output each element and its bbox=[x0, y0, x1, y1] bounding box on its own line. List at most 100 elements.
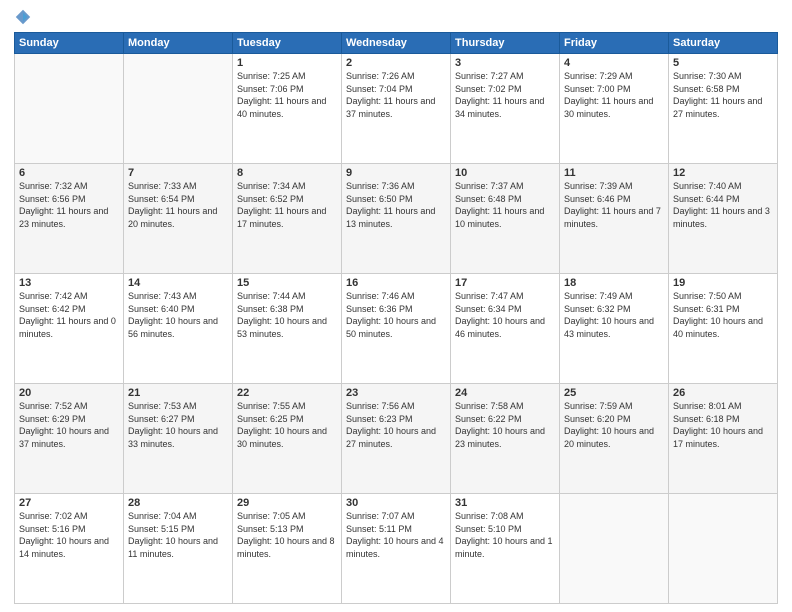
calendar-cell: 30Sunrise: 7:07 AM Sunset: 5:11 PM Dayli… bbox=[342, 494, 451, 604]
calendar-week-row: 27Sunrise: 7:02 AM Sunset: 5:16 PM Dayli… bbox=[15, 494, 778, 604]
day-number: 14 bbox=[128, 277, 228, 289]
calendar-week-row: 6Sunrise: 7:32 AM Sunset: 6:56 PM Daylig… bbox=[15, 164, 778, 274]
day-number: 23 bbox=[346, 387, 446, 399]
calendar-cell bbox=[669, 494, 778, 604]
calendar-cell: 12Sunrise: 7:40 AM Sunset: 6:44 PM Dayli… bbox=[669, 164, 778, 274]
day-number: 9 bbox=[346, 167, 446, 179]
logo bbox=[14, 10, 35, 26]
calendar-cell: 24Sunrise: 7:58 AM Sunset: 6:22 PM Dayli… bbox=[451, 384, 560, 494]
day-info: Sunrise: 7:34 AM Sunset: 6:52 PM Dayligh… bbox=[237, 180, 337, 230]
calendar-cell: 23Sunrise: 7:56 AM Sunset: 6:23 PM Dayli… bbox=[342, 384, 451, 494]
day-number: 6 bbox=[19, 167, 119, 179]
day-number: 4 bbox=[564, 57, 664, 69]
day-number: 13 bbox=[19, 277, 119, 289]
day-number: 26 bbox=[673, 387, 773, 399]
day-info: Sunrise: 7:53 AM Sunset: 6:27 PM Dayligh… bbox=[128, 400, 228, 450]
day-info: Sunrise: 7:39 AM Sunset: 6:46 PM Dayligh… bbox=[564, 180, 664, 230]
day-info: Sunrise: 7:52 AM Sunset: 6:29 PM Dayligh… bbox=[19, 400, 119, 450]
header bbox=[14, 10, 778, 26]
day-info: Sunrise: 7:33 AM Sunset: 6:54 PM Dayligh… bbox=[128, 180, 228, 230]
page: SundayMondayTuesdayWednesdayThursdayFrid… bbox=[0, 0, 792, 612]
weekday-header: Monday bbox=[124, 33, 233, 54]
calendar-week-row: 1Sunrise: 7:25 AM Sunset: 7:06 PM Daylig… bbox=[15, 54, 778, 164]
day-info: Sunrise: 7:58 AM Sunset: 6:22 PM Dayligh… bbox=[455, 400, 555, 450]
day-number: 19 bbox=[673, 277, 773, 289]
day-info: Sunrise: 7:04 AM Sunset: 5:15 PM Dayligh… bbox=[128, 510, 228, 560]
weekday-header: Tuesday bbox=[233, 33, 342, 54]
day-number: 15 bbox=[237, 277, 337, 289]
calendar-cell: 9Sunrise: 7:36 AM Sunset: 6:50 PM Daylig… bbox=[342, 164, 451, 274]
day-info: Sunrise: 7:05 AM Sunset: 5:13 PM Dayligh… bbox=[237, 510, 337, 560]
weekday-row: SundayMondayTuesdayWednesdayThursdayFrid… bbox=[15, 33, 778, 54]
day-info: Sunrise: 7:08 AM Sunset: 5:10 PM Dayligh… bbox=[455, 510, 555, 560]
day-info: Sunrise: 7:55 AM Sunset: 6:25 PM Dayligh… bbox=[237, 400, 337, 450]
calendar-cell: 19Sunrise: 7:50 AM Sunset: 6:31 PM Dayli… bbox=[669, 274, 778, 384]
calendar-cell: 13Sunrise: 7:42 AM Sunset: 6:42 PM Dayli… bbox=[15, 274, 124, 384]
calendar-cell: 14Sunrise: 7:43 AM Sunset: 6:40 PM Dayli… bbox=[124, 274, 233, 384]
calendar: SundayMondayTuesdayWednesdayThursdayFrid… bbox=[14, 32, 778, 604]
calendar-cell bbox=[124, 54, 233, 164]
day-number: 3 bbox=[455, 57, 555, 69]
day-info: Sunrise: 7:56 AM Sunset: 6:23 PM Dayligh… bbox=[346, 400, 446, 450]
weekday-header: Sunday bbox=[15, 33, 124, 54]
calendar-cell: 8Sunrise: 7:34 AM Sunset: 6:52 PM Daylig… bbox=[233, 164, 342, 274]
weekday-header: Saturday bbox=[669, 33, 778, 54]
calendar-cell bbox=[560, 494, 669, 604]
calendar-cell: 1Sunrise: 7:25 AM Sunset: 7:06 PM Daylig… bbox=[233, 54, 342, 164]
calendar-cell: 25Sunrise: 7:59 AM Sunset: 6:20 PM Dayli… bbox=[560, 384, 669, 494]
day-info: Sunrise: 8:01 AM Sunset: 6:18 PM Dayligh… bbox=[673, 400, 773, 450]
day-info: Sunrise: 7:30 AM Sunset: 6:58 PM Dayligh… bbox=[673, 70, 773, 120]
calendar-cell: 3Sunrise: 7:27 AM Sunset: 7:02 PM Daylig… bbox=[451, 54, 560, 164]
calendar-cell: 28Sunrise: 7:04 AM Sunset: 5:15 PM Dayli… bbox=[124, 494, 233, 604]
day-number: 29 bbox=[237, 497, 337, 509]
calendar-cell: 18Sunrise: 7:49 AM Sunset: 6:32 PM Dayli… bbox=[560, 274, 669, 384]
logo-icon bbox=[14, 8, 32, 26]
calendar-cell: 4Sunrise: 7:29 AM Sunset: 7:00 PM Daylig… bbox=[560, 54, 669, 164]
calendar-cell: 7Sunrise: 7:33 AM Sunset: 6:54 PM Daylig… bbox=[124, 164, 233, 274]
day-info: Sunrise: 7:40 AM Sunset: 6:44 PM Dayligh… bbox=[673, 180, 773, 230]
day-info: Sunrise: 7:46 AM Sunset: 6:36 PM Dayligh… bbox=[346, 290, 446, 340]
calendar-cell: 6Sunrise: 7:32 AM Sunset: 6:56 PM Daylig… bbox=[15, 164, 124, 274]
day-number: 27 bbox=[19, 497, 119, 509]
day-number: 24 bbox=[455, 387, 555, 399]
day-number: 31 bbox=[455, 497, 555, 509]
day-info: Sunrise: 7:27 AM Sunset: 7:02 PM Dayligh… bbox=[455, 70, 555, 120]
day-number: 28 bbox=[128, 497, 228, 509]
calendar-cell: 27Sunrise: 7:02 AM Sunset: 5:16 PM Dayli… bbox=[15, 494, 124, 604]
calendar-cell: 2Sunrise: 7:26 AM Sunset: 7:04 PM Daylig… bbox=[342, 54, 451, 164]
day-info: Sunrise: 7:25 AM Sunset: 7:06 PM Dayligh… bbox=[237, 70, 337, 120]
day-info: Sunrise: 7:07 AM Sunset: 5:11 PM Dayligh… bbox=[346, 510, 446, 560]
day-info: Sunrise: 7:49 AM Sunset: 6:32 PM Dayligh… bbox=[564, 290, 664, 340]
day-info: Sunrise: 7:29 AM Sunset: 7:00 PM Dayligh… bbox=[564, 70, 664, 120]
day-info: Sunrise: 7:59 AM Sunset: 6:20 PM Dayligh… bbox=[564, 400, 664, 450]
day-info: Sunrise: 7:02 AM Sunset: 5:16 PM Dayligh… bbox=[19, 510, 119, 560]
calendar-cell bbox=[15, 54, 124, 164]
day-info: Sunrise: 7:44 AM Sunset: 6:38 PM Dayligh… bbox=[237, 290, 337, 340]
weekday-header: Wednesday bbox=[342, 33, 451, 54]
day-number: 30 bbox=[346, 497, 446, 509]
weekday-header: Friday bbox=[560, 33, 669, 54]
calendar-cell: 5Sunrise: 7:30 AM Sunset: 6:58 PM Daylig… bbox=[669, 54, 778, 164]
calendar-week-row: 20Sunrise: 7:52 AM Sunset: 6:29 PM Dayli… bbox=[15, 384, 778, 494]
calendar-cell: 11Sunrise: 7:39 AM Sunset: 6:46 PM Dayli… bbox=[560, 164, 669, 274]
day-info: Sunrise: 7:36 AM Sunset: 6:50 PM Dayligh… bbox=[346, 180, 446, 230]
day-number: 1 bbox=[237, 57, 337, 69]
day-info: Sunrise: 7:42 AM Sunset: 6:42 PM Dayligh… bbox=[19, 290, 119, 340]
day-number: 17 bbox=[455, 277, 555, 289]
day-number: 8 bbox=[237, 167, 337, 179]
day-number: 25 bbox=[564, 387, 664, 399]
calendar-cell: 15Sunrise: 7:44 AM Sunset: 6:38 PM Dayli… bbox=[233, 274, 342, 384]
calendar-cell: 31Sunrise: 7:08 AM Sunset: 5:10 PM Dayli… bbox=[451, 494, 560, 604]
day-info: Sunrise: 7:37 AM Sunset: 6:48 PM Dayligh… bbox=[455, 180, 555, 230]
calendar-cell: 26Sunrise: 8:01 AM Sunset: 6:18 PM Dayli… bbox=[669, 384, 778, 494]
day-number: 22 bbox=[237, 387, 337, 399]
day-number: 12 bbox=[673, 167, 773, 179]
day-number: 2 bbox=[346, 57, 446, 69]
calendar-header: SundayMondayTuesdayWednesdayThursdayFrid… bbox=[15, 33, 778, 54]
day-number: 10 bbox=[455, 167, 555, 179]
day-number: 18 bbox=[564, 277, 664, 289]
day-info: Sunrise: 7:32 AM Sunset: 6:56 PM Dayligh… bbox=[19, 180, 119, 230]
calendar-cell: 10Sunrise: 7:37 AM Sunset: 6:48 PM Dayli… bbox=[451, 164, 560, 274]
day-number: 21 bbox=[128, 387, 228, 399]
day-info: Sunrise: 7:26 AM Sunset: 7:04 PM Dayligh… bbox=[346, 70, 446, 120]
